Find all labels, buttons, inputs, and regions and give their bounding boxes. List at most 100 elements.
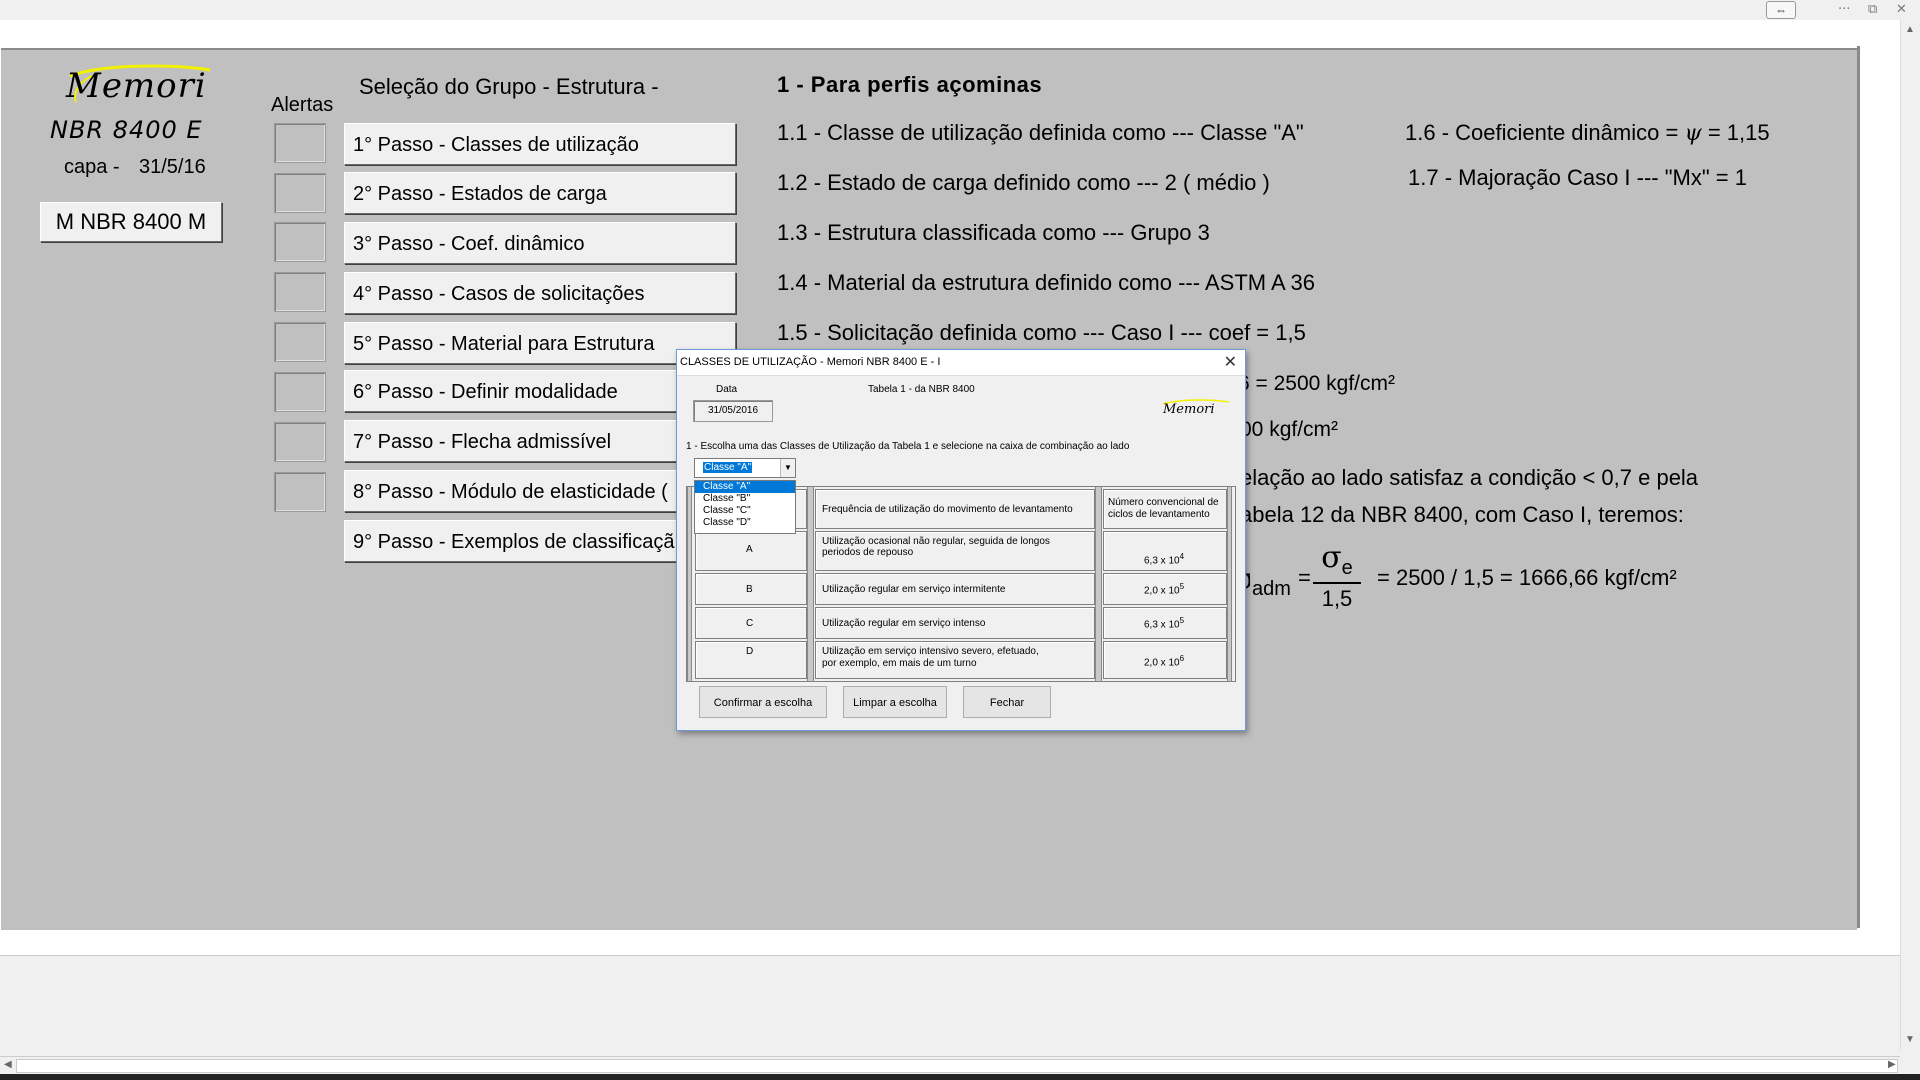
- header-cycles-line1: Número convencional de: [1108, 497, 1219, 508]
- confirm-button[interactable]: Confirmar a escolha: [699, 686, 827, 718]
- step-2-button[interactable]: 2° Passo - Estados de carga: [344, 172, 736, 214]
- partial-line-tension: 6 = 2500 kgf/cm²: [1238, 372, 1395, 395]
- row-cycles-value: 2,0 x 106: [1144, 654, 1184, 668]
- partial-line-table: abela 12 da NBR 8400, com Caso I, teremo…: [1240, 502, 1684, 527]
- row-class-label: A: [746, 544, 753, 555]
- header-cycles-line2: ciclos de levantamento: [1108, 509, 1210, 520]
- cycles-exponent: 5: [1179, 582, 1185, 591]
- row-description-line1: Utilização regular em serviço intermiten…: [822, 584, 1006, 595]
- row-description-line2: por exemplo, em mais de um turno: [822, 658, 977, 669]
- table-header-frequency: Frequência de utilização do movimento de…: [815, 489, 1095, 529]
- resize-button[interactable]: ⇔: [1766, 1, 1796, 19]
- dialog-close-icon[interactable]: ✕: [1224, 352, 1237, 371]
- cycles-mantissa: 6,3 x 10: [1144, 555, 1180, 567]
- restore-icon[interactable]: ⧉: [1868, 2, 1877, 17]
- m-nbr-button[interactable]: M NBR 8400 M: [40, 202, 222, 242]
- canvas-edge: [1857, 46, 1860, 928]
- column-separator: [1095, 487, 1102, 681]
- line-1-4: 1.4 - Material da estrutura definido com…: [777, 270, 1316, 295]
- row-class-label: D: [746, 646, 754, 657]
- scroll-down-icon[interactable]: ▼: [1905, 1034, 1915, 1045]
- class-dropdown-list[interactable]: Classe "A" Classe "B" Classe "C" Classe …: [694, 480, 796, 534]
- scroll-left-icon[interactable]: ◀: [4, 1059, 12, 1070]
- clear-button[interactable]: Limpar a escolha: [843, 686, 947, 718]
- dialog-logo: Memori: [1163, 402, 1215, 417]
- line-1-1: 1.1 - Classe de utilização definida como…: [777, 120, 1304, 145]
- cycles-mantissa: 2,0 x 10: [1144, 657, 1180, 669]
- dialog-titlebar[interactable]: CLASSES DE UTILIZAÇÃO - Memori NBR 8400 …: [677, 350, 1245, 376]
- table-row-description: Utilização ocasional não regular, seguid…: [815, 531, 1095, 571]
- date-field[interactable]: 31/05/2016: [693, 400, 773, 422]
- line-1-7: 1.7 - Majoração Caso I --- "Mx" = 1: [1408, 165, 1748, 190]
- row-description-line1: Utilização ocasional não regular, seguid…: [822, 536, 1050, 547]
- header-frequency-text: Frequência de utilização do movimento de…: [822, 504, 1073, 515]
- dropdown-option[interactable]: Classe "D": [695, 517, 795, 529]
- date-label: Data: [716, 384, 738, 395]
- dropdown-option[interactable]: Classe "A": [695, 481, 795, 493]
- scroll-right-icon[interactable]: ▶: [1888, 1059, 1896, 1070]
- horizontal-scrollbar[interactable]: ◀ ▶: [0, 1056, 1900, 1075]
- line-1-2: 1.2 - Estado de carga definido como --- …: [777, 170, 1270, 195]
- table-row-class: C: [695, 607, 807, 639]
- table-row-cycles: 6,3 x 104: [1103, 531, 1227, 571]
- formula-result: = 2500 / 1,5 = 1666,66 kgf/cm²: [1377, 565, 1677, 590]
- class-combobox[interactable]: Classe "A" ▼: [694, 458, 796, 478]
- line-1-6: 1.6 - Coeficiente dinâmico = ψ = 1,15: [1405, 120, 1770, 146]
- cycles-exponent: 5: [1179, 616, 1185, 625]
- cycles-exponent: 6: [1179, 654, 1185, 663]
- step-3-button[interactable]: 3° Passo - Coef. dinâmico: [344, 222, 736, 264]
- cycles-mantissa: 6,3 x 10: [1144, 619, 1180, 631]
- row-cycles-value: 2,0 x 105: [1144, 582, 1184, 596]
- column-separator: [807, 487, 814, 681]
- table-row-class: A: [695, 531, 807, 571]
- row-description-line1: Utilização regular em serviço intenso: [822, 618, 986, 629]
- capa-label: capa -: [64, 156, 120, 178]
- vertical-scrollbar[interactable]: ▲ ▼: [1900, 20, 1920, 1050]
- formula-equals: =: [1298, 565, 1311, 590]
- scroll-up-icon[interactable]: ▲: [1905, 24, 1915, 35]
- formula-fraction: σe 1,5: [1312, 540, 1362, 612]
- more-options-icon[interactable]: ···: [1838, 2, 1850, 17]
- row-class-label: B: [746, 584, 753, 595]
- table-caption: Tabela 1 - da NBR 8400: [868, 384, 975, 395]
- dropdown-option[interactable]: Classe "C": [695, 505, 795, 517]
- partial-line-kgf: 00 kgf/cm²: [1240, 418, 1339, 441]
- instruction-text: 1 - Escolha uma das Classes de Utilizaçã…: [686, 441, 1130, 452]
- table-row-class: D: [695, 641, 807, 679]
- alert-box: [274, 422, 326, 462]
- sigma-adm-subscript: adm: [1252, 578, 1291, 600]
- psi-symbol: ψ: [1684, 121, 1702, 146]
- step-1-button[interactable]: 1° Passo - Classes de utilização: [344, 123, 736, 165]
- table-row-cycles: 6,3 x 105: [1103, 607, 1227, 639]
- dropdown-option[interactable]: Classe "B": [695, 493, 795, 505]
- line-1-6-value: = 1,15: [1701, 120, 1770, 145]
- fraction-denominator: 1,5: [1321, 586, 1353, 611]
- logo-text: Memori: [66, 66, 207, 106]
- close-button[interactable]: Fechar: [963, 686, 1051, 718]
- column-separator: [687, 487, 692, 681]
- close-window-icon[interactable]: ✕: [1896, 2, 1907, 17]
- row-description-line2: periodos de repouso: [822, 547, 914, 558]
- chevron-down-icon[interactable]: ▼: [780, 459, 795, 477]
- memori-logo: Memori: [62, 62, 212, 110]
- table-header-cycles: Número convencional de ciclos de levanta…: [1103, 489, 1227, 529]
- sigma-e-subscript: e: [1341, 557, 1353, 579]
- table-row-description: Utilização em serviço intensivo severo, …: [815, 641, 1095, 679]
- row-description-line1: Utilização em serviço intensivo severo, …: [822, 646, 1039, 657]
- table-row-description: Utilização regular em serviço intermiten…: [815, 573, 1095, 605]
- sigma-e-symbol: σ: [1321, 540, 1342, 575]
- row-class-label: C: [746, 618, 754, 629]
- row-cycles-value: 6,3 x 105: [1144, 616, 1184, 630]
- alert-box: [274, 372, 326, 412]
- nbr-title: NBR 8400 E: [50, 116, 203, 144]
- fraction-line: [1313, 582, 1361, 584]
- cycles-exponent: 4: [1179, 552, 1185, 561]
- scroll-track[interactable]: [16, 1059, 1898, 1073]
- table-row-description: Utilização regular em serviço intenso: [815, 607, 1095, 639]
- alert-box: [274, 222, 326, 262]
- fraction-numerator: σe: [1312, 540, 1362, 580]
- table-row-cycles: 2,0 x 105: [1103, 573, 1227, 605]
- taskbar-strip: [0, 1074, 1920, 1080]
- section-title: 1 - Para perfis açominas: [777, 72, 1043, 97]
- step-4-button[interactable]: 4° Passo - Casos de solicitações: [344, 272, 736, 314]
